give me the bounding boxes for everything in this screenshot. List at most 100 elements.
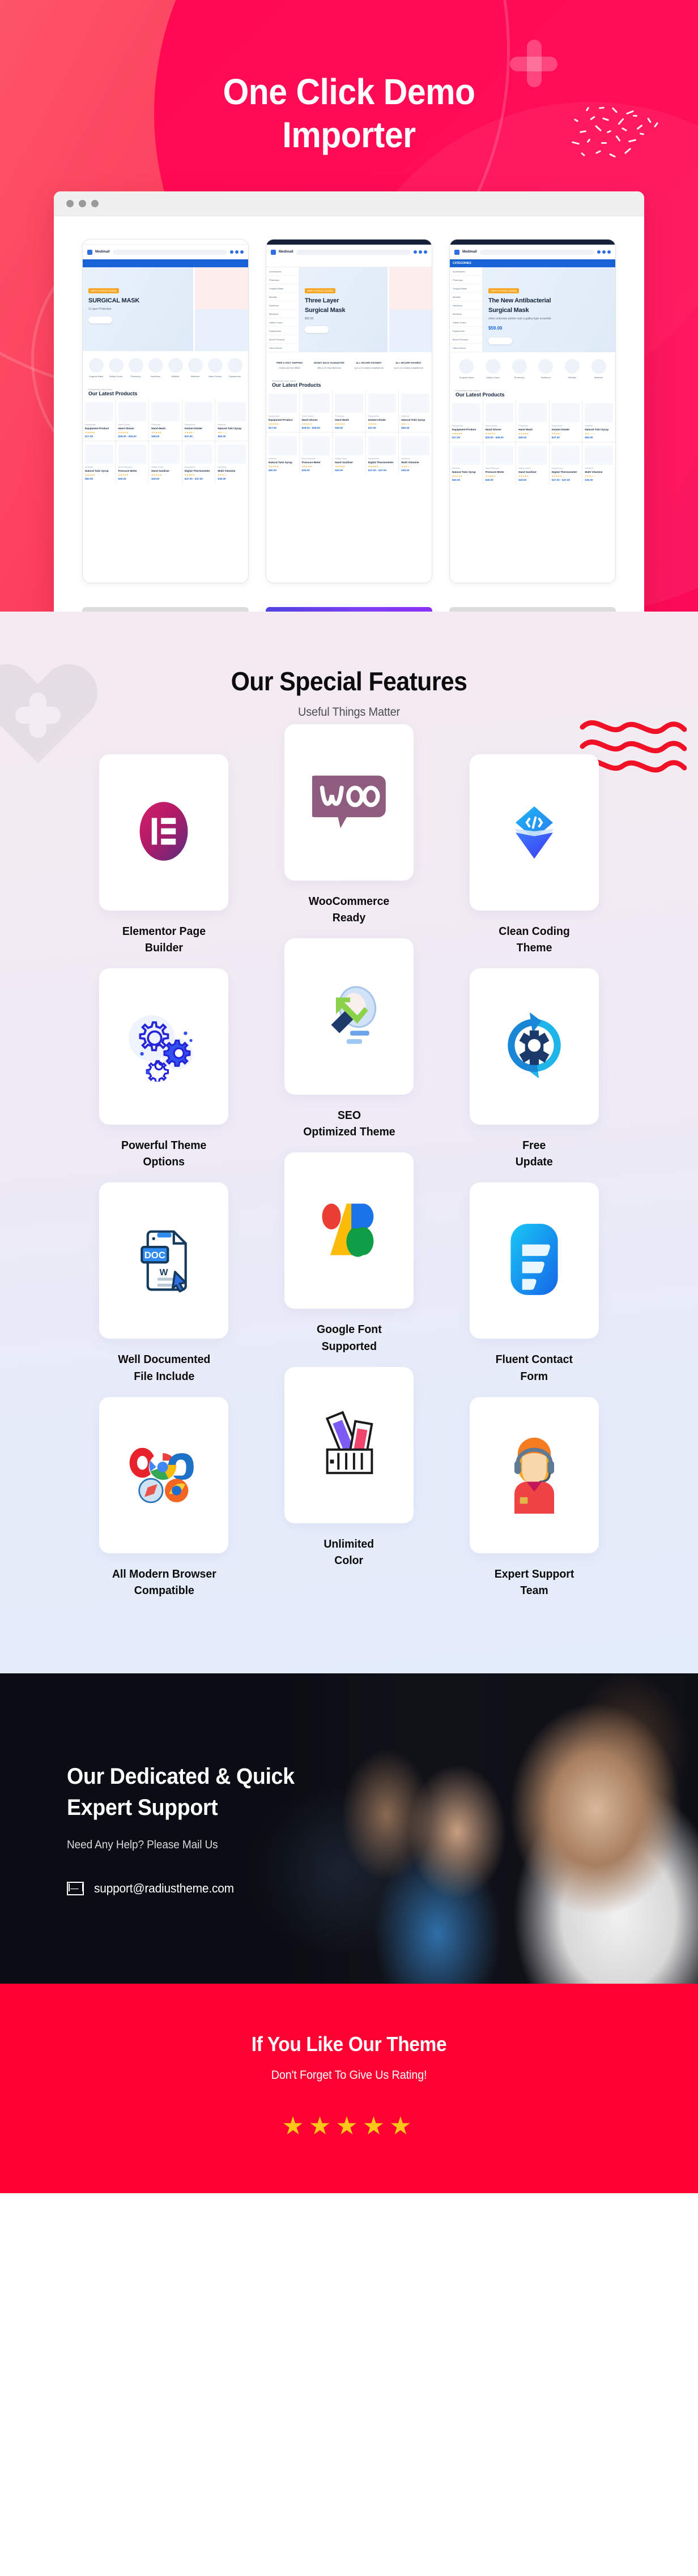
product-card[interactable]: Equipments Instant Inhaler ★★★★☆ $47.00 — [365, 390, 399, 433]
product-card[interactable]: Equipments Instant Inhaler ★★★★☆ $47.00 — [182, 399, 215, 441]
demo-preview-1[interactable]: Medimall 100% Premium Quality SURGICAL M… — [82, 239, 249, 584]
product-card[interactable]: Equipments Equipment Product ★★★★★ $17.00 — [83, 399, 116, 441]
sidebar-category-item[interactable]: Hand Gloves — [450, 344, 482, 353]
product-card[interactable]: Safety Guard Hand Sanitizer ★★★★★ $29.00 — [333, 433, 365, 475]
sidebar-category-item[interactable]: Pharmacy — [266, 276, 299, 285]
product-card[interactable]: Equipments Equipment Product ★★★★★ $17.00 — [266, 390, 299, 433]
sidebar-category-item[interactable]: Safety Guard — [450, 318, 482, 327]
sidebar-category-item[interactable]: Pharmacy — [450, 276, 482, 285]
demo-category-item[interactable]: Safety Guard — [108, 358, 124, 378]
demo1-side-card-1[interactable] — [193, 267, 248, 310]
demo1-utility-bar — [83, 240, 248, 245]
product-card[interactable]: Safety Guard Hand Sanitizer ★★★★★ $29.00 — [516, 442, 549, 485]
demo3-search-input[interactable] — [479, 249, 594, 255]
sidebar-category-item[interactable]: Safety Guard — [266, 318, 299, 327]
page-title: One Click Demo Importer — [28, 0, 670, 156]
sidebar-category-item[interactable]: Blood Pressure — [266, 335, 299, 344]
category-label: Safety Guard — [109, 375, 123, 378]
demo2-hero-cta[interactable] — [305, 326, 329, 334]
product-card[interactable]: Safety Guard Hand Sanitizer ★★★★★ $29.00 — [149, 441, 182, 484]
product-card[interactable]: Hand Gloves Hand Gloves ★★★★★ $28.00 - $49.… — [116, 399, 149, 441]
product-card[interactable]: Pharmacy Hand Wash ★★★★★ $49.00 — [149, 399, 182, 441]
sidebar-category-item[interactable]: Equipments — [450, 327, 482, 336]
demo3-hero-cta[interactable] — [488, 338, 512, 345]
sidebar-category-item[interactable]: Nutritions — [450, 301, 482, 310]
demo-category-item[interactable]: Surgical Mask — [459, 359, 474, 379]
product-card[interactable]: Blood Pressure Pressure Meter ★★★★★ $49.00 — [116, 441, 149, 484]
product-card[interactable]: Equipments Instant Inhaler ★★★★☆ $47.00 — [549, 400, 582, 442]
demo-preview-3[interactable]: Medimall CATEGORIES Accessories Pharmacy S… — [449, 239, 616, 584]
product-card[interactable]: Medicine Natural Tulsi Syrup ★★★★★ $60.00 — [266, 433, 299, 475]
demo-category-item[interactable]: Pharmacy — [512, 359, 527, 379]
demo-category-item[interactable]: Hand Gloves — [207, 358, 223, 378]
import-demo-button-1[interactable]: Import Demo — [82, 607, 249, 612]
product-card[interactable]: Nutritions Multi Vitamine ★★★☆☆ $35.00 — [215, 441, 248, 484]
demo1-navbar[interactable] — [83, 259, 248, 268]
product-card[interactable]: Medicine Natural Tulsi Syrup ★★☆☆☆ $60.00 — [582, 400, 615, 442]
product-card[interactable]: Pharmacy Hand Wash ★★★★★ $49.00 — [333, 390, 365, 433]
sidebar-category-item[interactable]: Accessories — [450, 267, 482, 276]
sidebar-category-item[interactable]: Medicine — [266, 310, 299, 319]
sidebar-category-item[interactable]: Blood Pressure — [450, 335, 482, 344]
product-card[interactable]: Medicine Natural Tulsi Syrup ★★★★★ $60.00 — [450, 442, 483, 485]
demo3-category-sidebar[interactable]: Accessories Pharmacy Surgical Mask Medkits N… — [450, 267, 483, 353]
sidebar-category-item[interactable]: Medicine — [450, 310, 482, 319]
sidebar-category-item[interactable]: Nutritions — [266, 301, 299, 310]
sidebar-category-item[interactable]: Surgical Mask — [266, 284, 299, 293]
product-price: $60.00 — [401, 426, 410, 430]
demo1-hero-cta[interactable] — [88, 317, 112, 324]
product-card[interactable]: Equipments Equipment Product ★★★★★ $17.00 — [450, 400, 483, 442]
product-card[interactable]: Medicine Natural Tulsi Syrup ★★★★★ $60.00 — [83, 441, 116, 484]
sidebar-category-item[interactable]: Surgical Mask — [450, 284, 482, 293]
category-icon — [591, 359, 606, 374]
product-card[interactable]: Equipments Digital Thermometer ★★★★★ $47.00… — [365, 433, 399, 475]
demo-category-item[interactable]: Medicine — [188, 358, 203, 378]
product-card[interactable]: Pharmacy Hand Wash ★★★★★ $49.00 — [516, 400, 549, 442]
sidebar-category-item[interactable]: Medkits — [266, 293, 299, 302]
feature-label-line-1: Elementor Page — [122, 925, 206, 938]
support-email-link[interactable]: support@radiustheme.com — [94, 1881, 234, 1896]
window-maximize-dot[interactable] — [91, 200, 99, 208]
product-card[interactable]: Medicine Natural Tulsi Syrup ★★☆☆☆ $60.00 — [399, 390, 432, 433]
demo-preview-2[interactable]: Medimall Accessories Pharmacy Surgical Mas… — [266, 239, 432, 584]
window-close-dot[interactable] — [66, 200, 74, 208]
demo-category-item[interactable]: Equipments — [227, 358, 242, 378]
product-card[interactable]: Hand Gloves Hand Gloves ★★★★★ $28.00 - $49.… — [299, 390, 333, 433]
demo-category-item[interactable]: Medkits — [564, 359, 580, 379]
product-category: Nutritions — [585, 467, 594, 470]
demo-category-item[interactable]: Safety Guard — [485, 359, 500, 379]
demo2-nav-strip[interactable] — [296, 249, 411, 255]
window-minimize-dot[interactable] — [79, 200, 86, 208]
product-card[interactable]: Nutritions Multi Vitamine ★★★☆☆ $35.00 — [582, 442, 615, 485]
demo-category-item[interactable]: Nutritions — [538, 359, 554, 379]
sidebar-category-item[interactable]: Equipments — [266, 327, 299, 336]
demo-category-item[interactable]: Medicine — [591, 359, 606, 379]
product-card[interactable]: Hand Gloves Hand Gloves ★★★★★ $28.00 - $49.… — [483, 400, 516, 442]
demo2-search-bar[interactable] — [266, 259, 432, 268]
star-rating[interactable]: ★★★★★ — [0, 2113, 698, 2139]
demo-category-item[interactable]: Surgical Mask — [88, 358, 104, 378]
support-email-row[interactable]: support@radiustheme.com — [67, 1881, 309, 1896]
sidebar-category-item[interactable]: Medkits — [450, 293, 482, 302]
product-card[interactable]: Equipments Digital Thermometer ★★★★★ $47.00… — [182, 441, 215, 484]
import-demo-button-3[interactable]: Import Demo — [449, 607, 616, 612]
product-card[interactable]: Equipments Digital Thermometer ★★★★★ $47.00… — [549, 442, 582, 485]
sidebar-category-item[interactable]: Accessories — [266, 267, 299, 276]
demo2-category-sidebar[interactable]: Accessories Pharmacy Surgical Mask Medkits N… — [266, 267, 299, 353]
demo3-categories-button[interactable]: CATEGORIES — [450, 259, 615, 268]
demo2-promo-card-1[interactable] — [388, 267, 432, 310]
product-card[interactable]: Blood Pressure Pressure Meter ★★★★★ $49.00 — [299, 433, 333, 475]
sidebar-category-item[interactable]: Hand Gloves — [266, 344, 299, 353]
demo1-side-card-2[interactable] — [193, 309, 248, 352]
product-card[interactable]: Blood Pressure Pressure Meter ★★★★★ $49.00 — [483, 442, 516, 485]
import-demo-button-2[interactable]: Import Demo — [266, 607, 432, 612]
product-card[interactable]: Nutritions Multi Vitamine ★★★☆☆ $35.00 — [399, 433, 432, 475]
demo2-hero-region: Accessories Pharmacy Surgical Mask Medkits N… — [266, 267, 432, 353]
product-card[interactable]: Medicine Natural Tulsi Syrup ★★☆☆☆ $60.00 — [215, 399, 248, 441]
demo-category-item[interactable]: Pharmacy — [128, 358, 143, 378]
demo-category-item[interactable]: Nutritions — [148, 358, 163, 378]
demo2-promo-card-2[interactable] — [388, 310, 432, 353]
demo-category-item[interactable]: Medkits — [168, 358, 183, 378]
demo1-product-grid: Equipments Equipment Product ★★★★★ $17.00 Ha… — [83, 399, 248, 484]
demo1-search-input[interactable] — [112, 249, 227, 255]
